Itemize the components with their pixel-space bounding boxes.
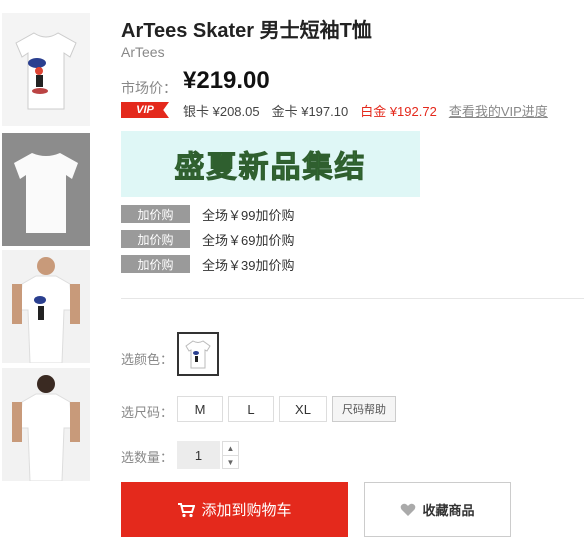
promo-banner[interactable]: 盛夏新品集结 bbox=[121, 131, 420, 197]
vip-price-platinum: 白金 ¥192.72 bbox=[360, 103, 437, 119]
promo-row: 加价购 全场￥39加价购 bbox=[121, 255, 294, 273]
thumbnail-2[interactable] bbox=[2, 133, 90, 246]
vip-price-row: VIP 银卡 ¥208.05 金卡 ¥197.10 白金 ¥192.72 查看我… bbox=[121, 101, 548, 119]
product-brand[interactable]: ArTees bbox=[121, 44, 165, 60]
thumbnail-4[interactable] bbox=[2, 368, 90, 481]
vip-badge: VIP bbox=[121, 102, 169, 118]
add-to-cart-button[interactable]: 添加到购物车 bbox=[121, 482, 348, 537]
chevron-down-icon[interactable]: ▼ bbox=[223, 455, 238, 469]
promo-text[interactable]: 全场￥69加价购 bbox=[202, 230, 294, 249]
thumbnail-1[interactable] bbox=[2, 13, 90, 126]
quantity-input[interactable]: 1 bbox=[177, 441, 220, 469]
color-label: 选颜色： bbox=[121, 352, 174, 367]
promo-row: 加价购 全场￥99加价购 bbox=[121, 205, 294, 223]
heart-icon bbox=[401, 503, 416, 516]
promo-row: 加价购 全场￥69加价购 bbox=[121, 230, 294, 248]
vip-price-silver: 银卡 ¥208.05 bbox=[183, 103, 260, 119]
quantity-label: 选数量： bbox=[121, 450, 174, 465]
thumbnail-3[interactable] bbox=[2, 250, 90, 363]
add-to-cart-label: 添加到购物车 bbox=[201, 502, 292, 519]
size-option-l[interactable]: L bbox=[228, 396, 274, 422]
vip-price-gold: 金卡 ¥197.10 bbox=[271, 103, 349, 119]
product-title: ArTees Skater 男士短袖T恤 bbox=[121, 20, 372, 42]
favorite-label: 收藏商品 bbox=[422, 503, 475, 518]
quantity-stepper: ▲ ▼ bbox=[222, 441, 239, 469]
chevron-up-icon[interactable]: ▲ bbox=[223, 442, 238, 455]
size-option-xl[interactable]: XL bbox=[279, 396, 327, 422]
banner-text: 盛夏新品集结 bbox=[174, 150, 367, 186]
promo-tag: 加价购 bbox=[121, 230, 190, 248]
divider bbox=[121, 298, 584, 299]
size-help-button[interactable]: 尺码帮助 bbox=[332, 396, 396, 422]
promo-text[interactable]: 全场￥99加价购 bbox=[202, 205, 294, 224]
promo-tag: 加价购 bbox=[121, 205, 190, 223]
color-swatch-white[interactable] bbox=[177, 332, 219, 376]
market-price-label: 市场价： bbox=[121, 80, 177, 96]
vip-progress-link[interactable]: 查看我的VIP进度 bbox=[449, 101, 548, 120]
size-label: 选尺码： bbox=[121, 405, 174, 420]
promo-text[interactable]: 全场￥39加价购 bbox=[202, 255, 294, 274]
tshirt-icon bbox=[185, 340, 211, 369]
market-price: ¥219.00 bbox=[183, 67, 270, 94]
favorite-button[interactable]: 收藏商品 bbox=[364, 482, 511, 537]
promo-tag: 加价购 bbox=[121, 255, 190, 273]
size-option-m[interactable]: M bbox=[177, 396, 223, 422]
cart-icon bbox=[178, 502, 196, 517]
